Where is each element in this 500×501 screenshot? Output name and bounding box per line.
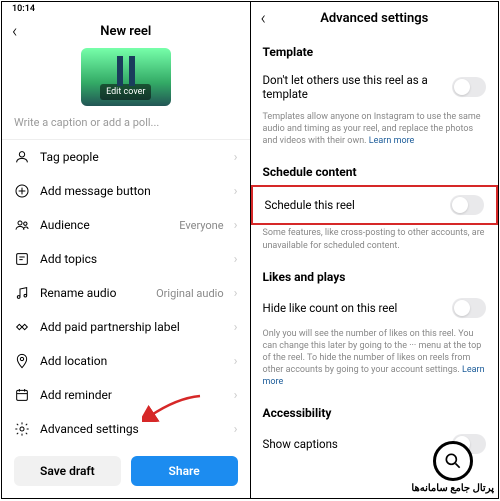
chevron-right-icon: › (234, 388, 238, 403)
footer: Save draft Share (2, 446, 250, 498)
add-location-row[interactable]: Add location › (2, 344, 250, 378)
learn-more-link[interactable]: Learn more (369, 136, 415, 146)
hide-likes-toggle-row[interactable]: Hide like count on this reel (251, 290, 499, 326)
caption-input[interactable]: Write a caption or add a poll... (2, 112, 250, 139)
audience-row[interactable]: Audience Everyone › (2, 208, 250, 242)
schedule-toggle[interactable] (450, 195, 484, 215)
back-icon[interactable]: ‹ (12, 21, 30, 42)
gear-icon (14, 421, 30, 437)
add-message-row[interactable]: Add message button › (2, 174, 250, 208)
tag-people-row[interactable]: Tag people › (2, 140, 250, 174)
reel-cover[interactable]: Edit cover (81, 48, 171, 106)
advanced-settings-row[interactable]: Advanced settings › (2, 412, 250, 446)
save-draft-button[interactable]: Save draft (14, 456, 121, 486)
schedule-toggle-row[interactable]: Schedule this reel (251, 185, 499, 225)
header: ‹ New reel (2, 15, 250, 48)
template-desc: Templates allow anyone on Instagram to u… (251, 109, 499, 155)
chevron-right-icon: › (234, 150, 238, 165)
chevron-right-icon: › (234, 286, 238, 301)
new-reel-screen: 10:14 ‹ New reel Edit cover Write a capt… (2, 2, 251, 498)
chevron-right-icon: › (234, 184, 238, 199)
schedule-section-title: Schedule content (251, 155, 499, 185)
share-button[interactable]: Share (131, 456, 238, 486)
page-title: New reel (30, 24, 222, 39)
likes-section-title: Likes and plays (251, 260, 499, 290)
audience-value: Everyone (179, 219, 223, 232)
chevron-right-icon: › (234, 320, 238, 335)
status-bar: 10:14 (2, 2, 250, 15)
accessibility-section-title: Accessibility (251, 396, 499, 426)
captions-toggle[interactable] (452, 434, 486, 454)
header: ‹ Advanced settings (251, 2, 499, 35)
topics-icon (14, 251, 30, 267)
audio-value: Original audio (156, 287, 223, 300)
chevron-right-icon: › (234, 252, 238, 267)
likes-desc: Only you will see the number of likes on… (251, 326, 499, 397)
back-icon[interactable]: ‹ (261, 8, 279, 29)
schedule-desc: Some features, like cross-posting to oth… (251, 225, 499, 259)
message-icon (14, 183, 30, 199)
template-section-title: Template (251, 35, 499, 65)
template-toggle-row[interactable]: Don't let others use this reel as a temp… (251, 65, 499, 109)
hide-likes-toggle[interactable] (452, 298, 486, 318)
paid-partnership-row[interactable]: Add paid partnership label › (2, 310, 250, 344)
calendar-icon (14, 387, 30, 403)
audio-icon (14, 285, 30, 301)
chevron-right-icon: › (234, 422, 238, 437)
people-icon (14, 217, 30, 233)
person-icon (14, 149, 30, 165)
advanced-settings-screen: ‹ Advanced settings Template Don't let o… (251, 2, 499, 498)
handshake-icon (14, 319, 30, 335)
rename-audio-row[interactable]: Rename audio Original audio › (2, 276, 250, 310)
add-topics-row[interactable]: Add topics › (2, 242, 250, 276)
page-title: Advanced settings (279, 11, 471, 26)
status-time: 10:14 (12, 4, 240, 14)
template-toggle[interactable] (452, 77, 486, 97)
add-reminder-row[interactable]: Add reminder › (2, 378, 250, 412)
chevron-right-icon: › (234, 354, 238, 369)
location-icon (14, 353, 30, 369)
captions-toggle-row[interactable]: Show captions (251, 426, 499, 462)
chevron-right-icon: › (234, 218, 238, 233)
